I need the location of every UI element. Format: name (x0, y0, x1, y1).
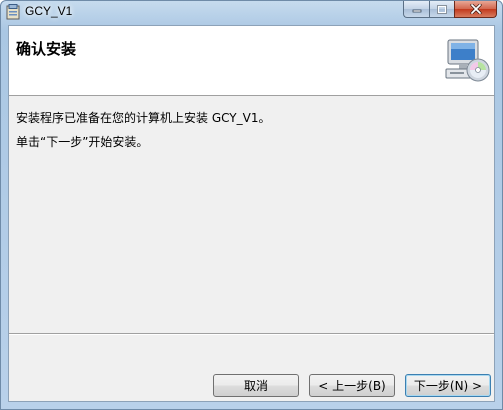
cancel-button[interactable]: 取消 (213, 374, 299, 397)
next-button[interactable]: 下一步(N) > (405, 374, 491, 397)
footer-separator (9, 333, 494, 335)
instructions: 安装程序已准备在您的计算机上安装 GCY_V1。 单击“下一步”开始安装。 (16, 108, 270, 156)
installer-app-icon (6, 4, 20, 20)
title-bar[interactable]: GCY_V1 (1, 1, 502, 23)
window-title: GCY_V1 (25, 4, 73, 18)
maximize-button[interactable] (429, 1, 454, 18)
minimize-icon (412, 9, 421, 13)
back-button[interactable]: < 上一步(B) (309, 374, 395, 397)
instruction-line-ready: 安装程序已准备在您的计算机上安装 GCY_V1。 (16, 111, 271, 125)
minimize-button[interactable] (403, 1, 429, 18)
page-title: 确认安装 (16, 40, 77, 58)
instruction-line-next: 单击“下一步”开始安装。 (16, 135, 149, 149)
close-button[interactable] (454, 1, 497, 18)
installer-window: GCY_V1 确认安装 安装程序已准备在您的计算机上安装 GCY_V1。 单击“… (0, 0, 503, 410)
maximize-icon (437, 4, 447, 14)
dialog-client-area: 确认安装 安装程序已准备在您的计算机上安装 GCY_V1。 单击“下一步”开始安… (8, 25, 495, 402)
header-banner: 确认安装 (9, 26, 494, 96)
close-icon (469, 4, 482, 14)
caption-buttons (403, 1, 497, 19)
computer-cd-icon (445, 39, 490, 82)
